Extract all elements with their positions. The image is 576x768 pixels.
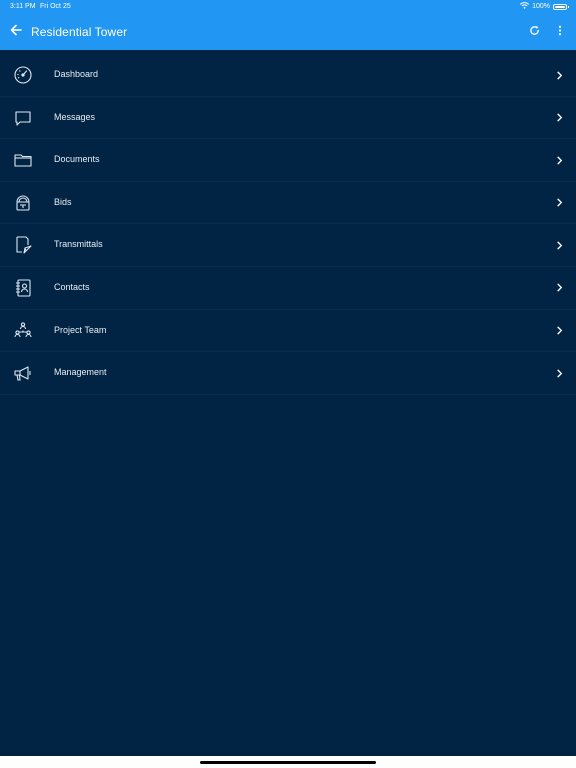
menu-item-label: Project Team <box>54 324 107 335</box>
status-time: 3:11 PM <box>10 3 36 10</box>
menu-item-label: Contacts <box>54 281 90 292</box>
menu-item-messages[interactable]: Messages <box>0 97 576 140</box>
app-bar: Residential Tower <box>0 14 576 50</box>
refresh-icon <box>529 23 540 41</box>
menu-item-transmittals[interactable]: Transmittals <box>0 224 576 267</box>
chevron-right-icon <box>554 325 564 337</box>
menu-item-label: Bids <box>54 196 72 207</box>
message-bubble-icon <box>12 107 34 129</box>
menu-item-label: Dashboard <box>54 69 99 79</box>
bids-icon <box>12 192 34 214</box>
chevron-right-icon <box>554 154 564 166</box>
menu-item-contacts[interactable]: Contacts <box>0 267 576 310</box>
more-options-button[interactable] <box>550 23 570 41</box>
page-title: Residential Tower <box>31 25 128 39</box>
menu-item-dashboard[interactable]: Dashboard <box>0 54 576 97</box>
menu-item-documents[interactable]: Documents <box>0 139 576 182</box>
status-right: 100% <box>520 2 569 11</box>
dashboard-gauge-icon <box>12 64 34 86</box>
menu-item-label: Management <box>54 367 107 378</box>
home-indicator <box>200 761 376 764</box>
status-date: Fri Oct 25 <box>40 3 71 10</box>
refresh-button[interactable] <box>524 23 544 41</box>
menu-item-project-team[interactable]: Project Team <box>0 310 576 353</box>
menu-item-management[interactable]: Management <box>0 352 576 395</box>
chevron-right-icon <box>554 282 564 294</box>
menu-item-label: Documents <box>54 154 100 165</box>
megaphone-icon <box>12 362 34 384</box>
arrow-left-icon <box>10 23 22 41</box>
menu-item-label: Transmittals <box>54 239 103 250</box>
chevron-right-icon <box>554 197 564 209</box>
battery-percent: 100% <box>532 3 550 10</box>
project-menu: Dashboard Messages Documents Bids Transm… <box>0 54 576 395</box>
team-icon <box>12 320 34 342</box>
chevron-right-icon <box>554 112 564 124</box>
menu-item-label: Messages <box>54 111 96 122</box>
back-button[interactable] <box>6 23 26 41</box>
transmittal-icon <box>12 234 34 256</box>
battery-icon <box>553 3 569 10</box>
contacts-book-icon <box>12 277 34 299</box>
wifi-icon <box>520 2 530 11</box>
more-vertical-icon <box>558 23 562 41</box>
folder-icon <box>12 149 34 171</box>
chevron-right-icon <box>554 367 564 379</box>
chevron-right-icon <box>554 69 564 81</box>
top-bar: 3:11 PM Fri Oct 25 100% Residential Towe… <box>0 0 576 50</box>
chevron-right-icon <box>554 239 564 251</box>
menu-item-bids[interactable]: Bids <box>0 182 576 225</box>
status-bar: 3:11 PM Fri Oct 25 100% <box>0 0 576 14</box>
